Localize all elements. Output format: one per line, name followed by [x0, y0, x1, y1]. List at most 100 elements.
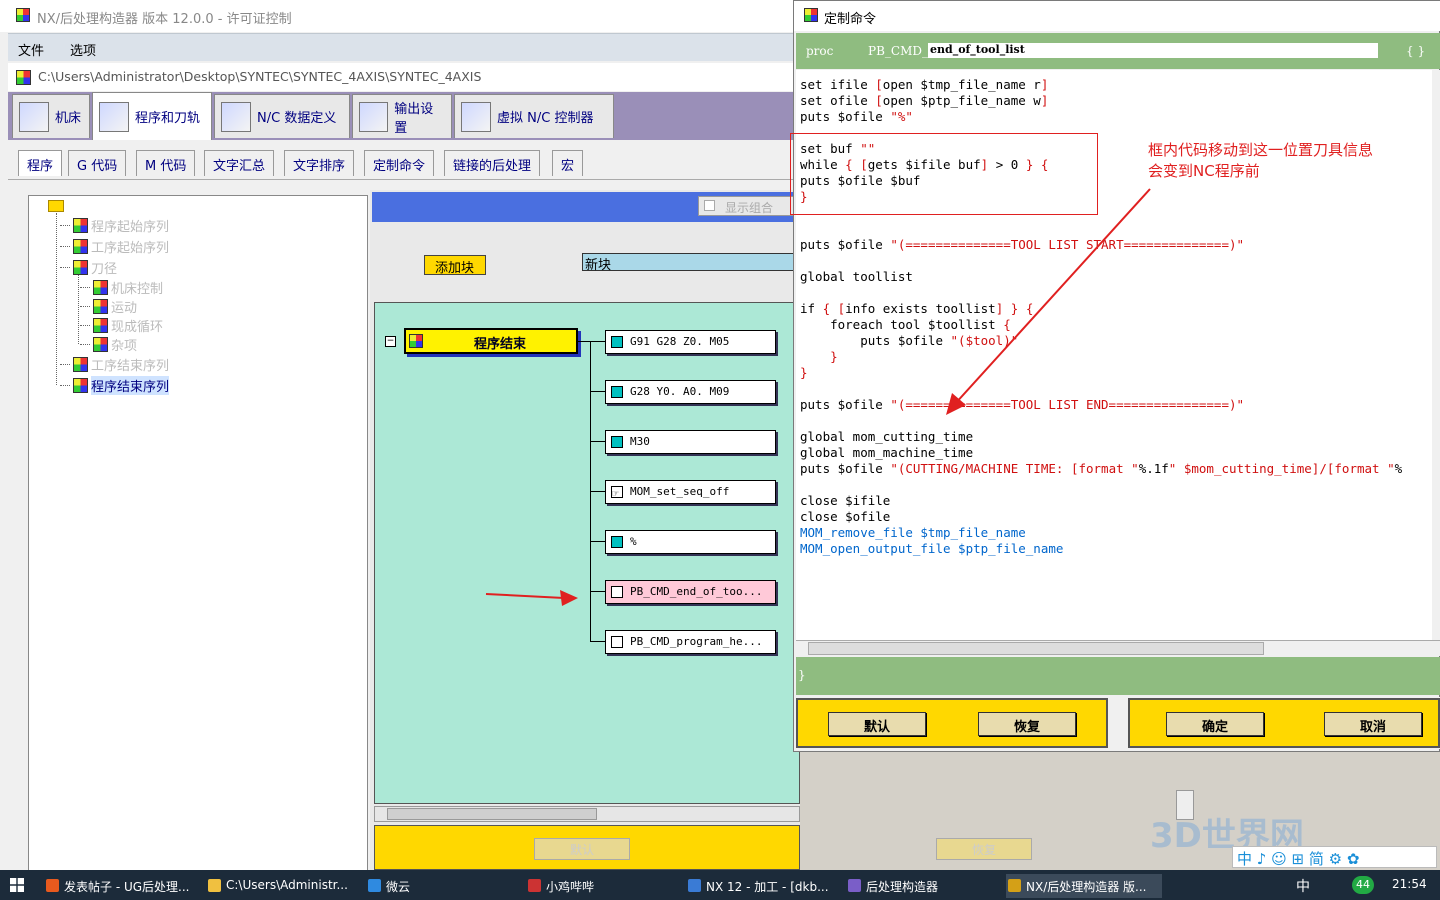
taskbar-item[interactable]: 后处理构造器 — [846, 874, 1002, 898]
tree-label: 杂项 — [111, 338, 138, 354]
code-line: global toollist — [800, 269, 913, 284]
block-item-highlighted[interactable]: PB_CMD_end_of_too... — [605, 580, 776, 604]
ok-button[interactable]: 确定 — [1166, 712, 1264, 736]
app-icon — [16, 8, 30, 22]
tree-item-operation-start[interactable]: 工序起始序列 — [60, 237, 169, 256]
block-text: % — [630, 535, 637, 548]
subtab-macro[interactable]: 宏 — [552, 150, 584, 176]
tree-item-operation-end[interactable]: 工序结束序列 — [60, 355, 170, 374]
block-text: PB_CMD_program_he... — [630, 635, 763, 648]
taskbar-item[interactable]: NX 12 - 加工 - [dkb... — [686, 874, 842, 898]
block-item[interactable]: % — [605, 530, 776, 554]
code-line: } — [830, 349, 838, 364]
block-item[interactable]: G28 Y0. A0. M09 — [605, 380, 776, 404]
tab-nc-data[interactable]: N/C 数据定义 — [214, 94, 350, 138]
clock[interactable]: 21:54 — [1392, 877, 1427, 891]
taskbar-item[interactable]: NX/后处理构造器 版... — [1006, 874, 1162, 898]
annotation-line: 会变到NC程序前 — [1148, 162, 1260, 180]
default-button[interactable]: 默认 — [828, 712, 926, 736]
sequence-icon — [93, 336, 108, 352]
tab-virtual-nc[interactable]: 虚拟 N/C 控制器 — [454, 94, 614, 138]
tree-label: 现成循环 — [111, 319, 164, 335]
tree-item-machine-control[interactable]: 机床控制 — [80, 278, 163, 297]
red-arrow-icon — [485, 590, 578, 606]
main-window-title: NX/后处理构造器 版本 12.0.0 - 许可证控制 — [0, 0, 800, 32]
taskbar-item[interactable]: C:\Users\Administr... — [206, 874, 362, 898]
tray-language[interactable]: 中 — [1296, 876, 1310, 896]
block-text: PB_CMD_end_of_too... — [630, 585, 763, 598]
block-item[interactable]: M30 — [605, 430, 776, 454]
folder-icon — [48, 200, 64, 212]
restore-button-disabled[interactable]: 恢复 — [936, 838, 1032, 860]
annotation-line: 框内代码移动到这一位置刀具信息 — [1148, 141, 1374, 159]
nc-data-icon — [221, 101, 251, 132]
program-end-event[interactable]: 程序结束 — [404, 328, 578, 354]
tab-program-toolpath[interactable]: 程序和刀轨 — [92, 92, 212, 140]
tree-item-toolpath[interactable]: 刀径 — [60, 258, 118, 277]
proc-footer — [796, 657, 1440, 695]
canvas-hscroll[interactable] — [374, 806, 800, 822]
code-line: } — [800, 365, 808, 380]
hand-icon — [611, 636, 623, 648]
taskbar-item[interactable]: 微云 — [366, 874, 522, 898]
sequence-icon — [73, 217, 88, 233]
proc-name-input[interactable]: end_of_tool_list — [928, 43, 1378, 58]
dialog-icon — [804, 8, 818, 22]
taskbar-item[interactable]: 发表帖子 - UG后处理... — [44, 874, 200, 898]
code-hscroll[interactable] — [796, 640, 1440, 656]
subtab-program[interactable]: 程序 — [18, 150, 63, 176]
subtab-linked-post[interactable]: 链接的后处理 — [444, 150, 541, 176]
checkbox-icon[interactable] — [704, 200, 715, 211]
code-line: puts $ofile "(CUTTING/MACHINE TIME: [for… — [800, 461, 1403, 476]
tree-item-program-start[interactable]: 程序起始序列 — [60, 216, 170, 235]
menu-file[interactable]: 文件 — [18, 40, 44, 59]
tree-label: 程序起始序列 — [91, 219, 170, 235]
connector — [578, 341, 590, 342]
taskbar-item[interactable]: 小鸡哔哔 — [526, 874, 682, 898]
tree-label: 运动 — [111, 300, 138, 316]
tree-label: 刀径 — [91, 261, 118, 277]
subtab-m-code[interactable]: M 代码 — [136, 150, 196, 176]
subtab-g-code[interactable]: G 代码 — [68, 150, 127, 176]
machine-icon — [19, 101, 49, 132]
proc-open-brace: { } — [1406, 44, 1426, 58]
subtab-word-sequence[interactable]: 文字排序 — [284, 150, 355, 176]
proc-prefix: PB_CMD_ — [868, 44, 928, 58]
ime-toolbar[interactable]: 中 ♪ ☺ ⊞ 简 ⚙ ✿ — [1232, 846, 1437, 868]
code-line: MOM_remove_file $tmp_file_name — [800, 525, 1026, 540]
default-button-disabled[interactable]: 默认 — [534, 838, 630, 860]
collapse-icon[interactable]: − — [385, 336, 396, 347]
tree-item-program-end[interactable]: 程序结束序列 — [60, 375, 170, 395]
tree-label: 程序结束序列 — [91, 375, 170, 395]
tab-output-settings[interactable]: 输出设置 — [352, 94, 452, 138]
block-icon — [611, 436, 623, 448]
tree-item-canned-cycle[interactable]: 现成循环 — [80, 316, 164, 335]
cancel-button[interactable]: 取消 — [1324, 712, 1422, 736]
tree-item-motion[interactable]: 运动 — [80, 297, 138, 316]
tab-machine[interactable]: 机床 — [12, 94, 90, 138]
tree-item-misc[interactable]: 杂项 — [80, 335, 138, 354]
sequence-icon — [73, 356, 88, 372]
block-item[interactable]: ☞ MOM_set_seq_off — [605, 480, 776, 504]
main-tabs: 机床 程序和刀轨 N/C 数据定义 输出设置 虚拟 N/C 控制器 — [8, 92, 800, 140]
code-vscroll[interactable] — [1432, 70, 1440, 640]
tray-badge[interactable]: 44 — [1352, 876, 1374, 894]
subtab-custom-command[interactable]: 定制命令 — [364, 150, 435, 176]
block-item[interactable]: G91 G28 Z0. M05 — [605, 330, 776, 354]
code-line: close $ofile — [800, 509, 891, 524]
restore-button[interactable]: 恢复 — [978, 712, 1076, 736]
sequence-icon — [93, 279, 108, 295]
printer-icon — [359, 101, 389, 132]
add-block-button[interactable]: 添加块 — [424, 255, 486, 276]
tab-label: 虚拟 N/C 控制器 — [497, 111, 594, 126]
block-item[interactable]: PB_CMD_program_he... — [605, 630, 776, 654]
new-block-field[interactable]: 新块 — [582, 253, 800, 273]
block-text: G91 G28 Z0. M05 — [630, 335, 730, 348]
tab-label: 机床 — [55, 111, 82, 126]
subtab-word-summary[interactable]: 文字汇总 — [204, 150, 275, 176]
block-icon — [611, 336, 623, 348]
tree-label: 工序结束序列 — [91, 358, 170, 374]
menu-options[interactable]: 选项 — [70, 40, 96, 59]
annotation-text: 框内代码移动到这一位置刀具信息 会变到NC程序前 — [1148, 140, 1373, 182]
tab-label: 程序和刀轨 — [135, 111, 201, 126]
